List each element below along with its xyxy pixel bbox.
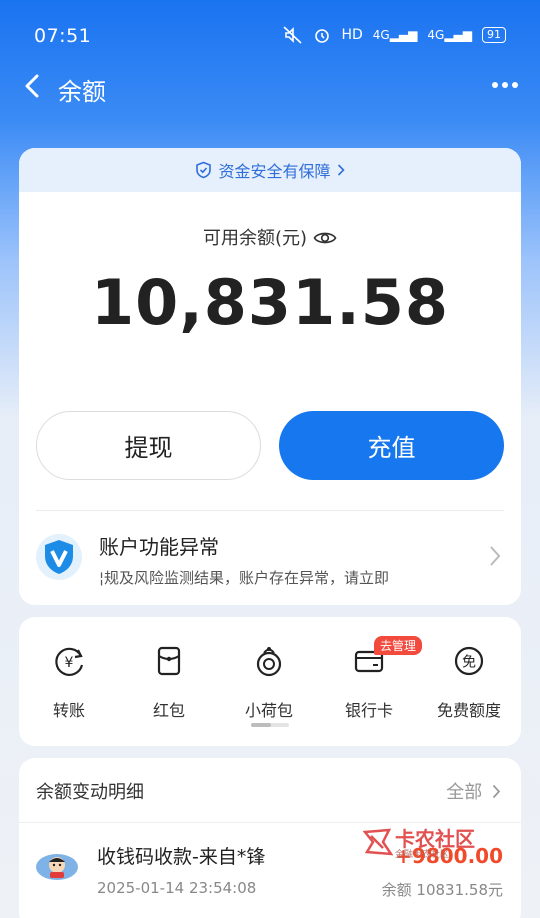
network-2-label: 4G [427, 28, 445, 42]
battery-icon: 91 [482, 27, 506, 43]
alert-description: ¦规及风险监测结果，账户存在异常，请立即 [99, 569, 390, 587]
tool-transfer[interactable]: ¥ 转账 [24, 643, 114, 721]
transaction-title: 收钱码收款-来自*锋 [97, 846, 266, 868]
svg-text:免: 免 [462, 655, 476, 671]
status-bar: 07:51 HD 4G▂▄▆ 4G▂▄▆ 91 [0, 0, 540, 70]
divider [19, 822, 521, 823]
transaction-balance: 余额 10831.58元 [381, 881, 503, 899]
safety-text: 资金安全有保障 [218, 162, 331, 181]
more-button[interactable] [492, 82, 518, 88]
alert-title: 账户功能异常 [99, 535, 219, 559]
back-button[interactable] [18, 68, 48, 104]
scroll-indicator [251, 723, 289, 727]
tools-card: ¥ 转账 红包 小荷包 去管理 银行卡 免 免费额度 [19, 617, 521, 746]
chevron-left-icon [25, 74, 39, 98]
network-1-label: 4G [372, 28, 390, 42]
page-title: 余额 [58, 78, 106, 106]
tool-label: 小荷包 [244, 701, 293, 720]
more-dot-icon [492, 82, 498, 88]
balance-label-row: 可用余额(元) [19, 224, 521, 250]
watermark: 卡农社区 金融卡农社区 [363, 828, 475, 860]
tool-free-quota[interactable]: 免 免费额度 [424, 643, 514, 721]
watermark-subtext: 金融卡农社区 [395, 850, 450, 860]
view-all-link[interactable]: 全部 [446, 778, 501, 804]
status-time: 07:51 [34, 25, 92, 47]
hd-indicator: HD [341, 27, 363, 43]
signal-2-icon: 4G▂▄▆ [427, 28, 472, 42]
status-icons: HD 4G▂▄▆ 4G▂▄▆ 91 [283, 26, 506, 44]
transaction-time: 2025-01-14 23:54:08 [97, 879, 257, 897]
tool-bank-card[interactable]: 去管理 银行卡 [324, 636, 423, 721]
red-packet-icon [157, 646, 181, 676]
balance-label: 可用余额(元) [202, 228, 308, 249]
signal-1-icon: 4G▂▄▆ [372, 28, 418, 42]
safety-banner[interactable]: 资金安全有保障 [19, 148, 521, 192]
more-dot-icon [502, 82, 508, 88]
tool-red-packet[interactable]: 红包 [124, 643, 214, 721]
tool-label: 免费额度 [436, 701, 501, 720]
free-quota-icon: 免 [454, 646, 484, 676]
purse-icon [256, 647, 282, 677]
tool-label: 银行卡 [344, 701, 393, 720]
eye-icon[interactable] [313, 229, 337, 247]
transfer-icon: ¥ [55, 647, 84, 676]
avatar [36, 854, 78, 880]
details-title: 余额变动明细 [36, 782, 144, 803]
chevron-right-icon [490, 546, 501, 566]
watermark-text: 卡农社区 [395, 827, 475, 851]
withdraw-button[interactable]: 提现 [36, 411, 261, 480]
view-all-label: 全部 [446, 782, 483, 803]
manage-badge[interactable]: 去管理 [374, 636, 423, 655]
details-card: 余额变动明细 全部 收钱码收款-来自*锋 2025-01-14 23:54:08… [19, 758, 521, 918]
alarm-icon [315, 29, 330, 43]
more-dot-icon [512, 82, 518, 88]
mute-icon [283, 26, 302, 44]
recharge-button[interactable]: 充值 [279, 411, 504, 480]
tool-purse[interactable]: 小荷包 [224, 643, 314, 721]
shield-v-icon [36, 534, 82, 580]
tool-label: 转账 [52, 701, 85, 720]
account-alert-row[interactable]: 账户功能异常 ¦规及风险监测结果，账户存在异常，请立即 [19, 511, 521, 605]
svg-text:¥: ¥ [65, 655, 74, 671]
balance-card: 资金安全有保障 可用余额(元) 10,831.58 提现 充值 账户功能异常 ¦… [19, 148, 521, 605]
shield-check-icon [196, 161, 212, 179]
watermark-logo-icon [363, 828, 393, 856]
balance-amount: 10,831.58 [90, 266, 450, 339]
nav-bar: 余额 [0, 62, 540, 112]
chevron-right-icon [492, 784, 501, 799]
chevron-right-icon [337, 164, 345, 176]
tool-label: 红包 [152, 701, 185, 720]
